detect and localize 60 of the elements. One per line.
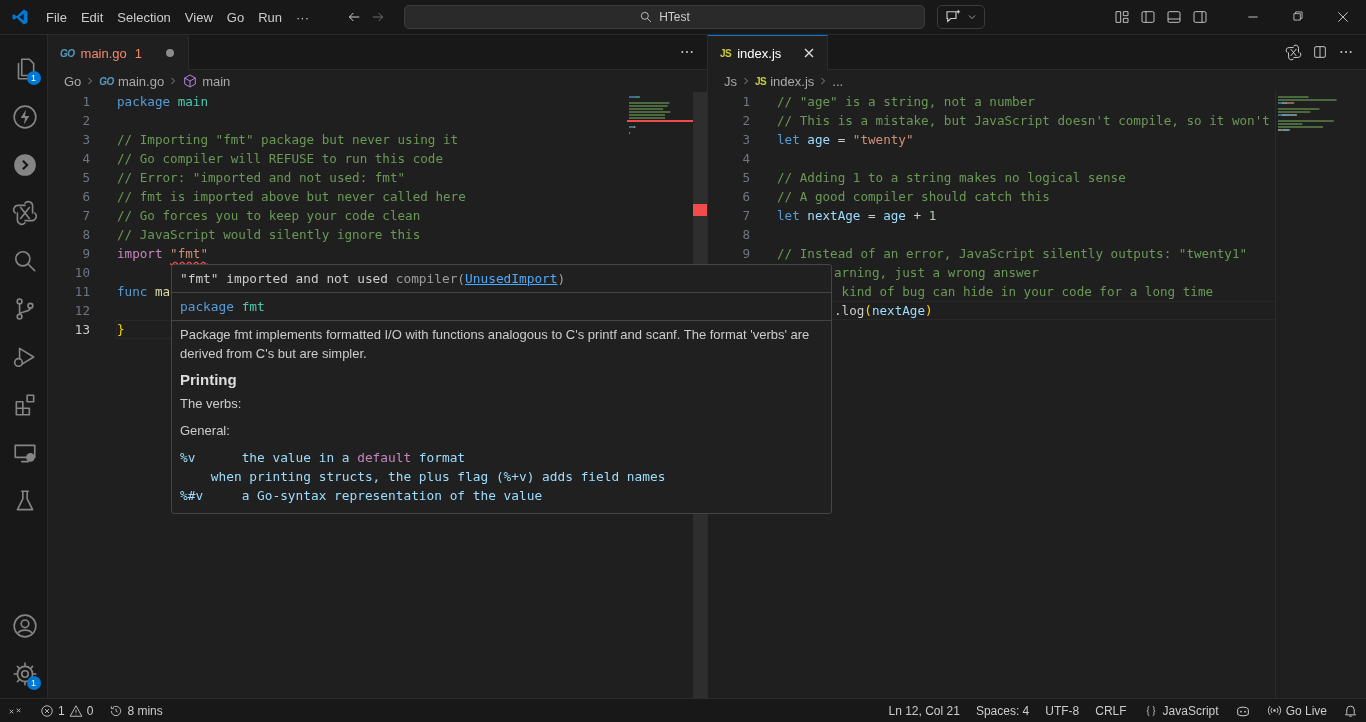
code-line: // Go compiler will REFUSE to run this code <box>117 151 444 166</box>
code-line: // Error: "imported and not used: fmt" <box>117 170 406 185</box>
code-line: package main <box>117 94 208 109</box>
code-line: // Importing "fmt" package but never using it <box>117 132 459 147</box>
code-signature: package fmt <box>180 298 266 316</box>
line-number: 11 <box>73 284 91 299</box>
line-number: 10 <box>73 265 91 280</box>
code-line: kind of bug can hide in your code for a long time <box>840 284 1214 299</box>
code-line: // JavaScript would silently ignore this <box>117 227 421 242</box>
file-name: main.go <box>80 45 127 61</box>
code-line: // This is a mistake, but JavaScript doesn't compile, so it won't <box>777 113 1270 128</box>
code-line: // "age" is a string, not a number <box>777 94 1035 109</box>
code-line: // Instead of an error, JavaScript silently outputs: "twenty1" <box>777 246 1248 261</box>
code-line: // Adding 1 to a string makes no logical sense <box>777 170 1126 185</box>
code-line: .log(nextAge) <box>834 303 933 318</box>
error-message: "fmt" imported and not used compiler(UnusedImport) <box>180 270 567 288</box>
line-number: 5 <box>741 170 751 185</box>
badge: 1 <box>26 676 41 690</box>
doc-paragraph: The verbs: <box>180 395 243 413</box>
code-line: // Go forces you to keep your code clean <box>117 208 421 223</box>
problem-count: 1 <box>134 45 143 61</box>
line-number: 9 <box>741 246 751 261</box>
file-type-icon: GO <box>60 47 75 59</box>
code-line: arning, just a wrong answer <box>834 265 1039 280</box>
code-line: let nextAge = age + 1 <box>777 208 937 223</box>
code-line: %#v a Go-syntax representation of the value <box>180 487 544 505</box>
line-number: 13 <box>73 322 91 337</box>
file-type-icon: JS <box>720 47 732 59</box>
line-number: 9 <box>81 246 91 261</box>
line-number: 4 <box>741 151 751 166</box>
file-type-icon: JS <box>755 75 767 87</box>
file-type-icon: GO <box>99 75 114 87</box>
line-number: 6 <box>741 189 751 204</box>
doc-paragraph: General: <box>180 422 231 440</box>
code-line: func ma <box>117 284 171 299</box>
file-name: index.js <box>737 45 782 61</box>
line-number: 8 <box>81 227 91 242</box>
doc-paragraph: Package fmt implements formatted I/O with functions analogous to C's printf and scanf. The format 'verbs' are derived from C's but are simpler. <box>180 326 811 363</box>
doc-heading: Printing <box>180 371 238 388</box>
code-line: %v the value in a default format <box>180 449 467 467</box>
line-number: 2 <box>81 113 91 128</box>
line-number: 12 <box>73 303 91 318</box>
line-number: 6 <box>81 189 91 204</box>
code-line: // A good compiler should catch this <box>777 189 1050 204</box>
code-line: let age = "twenty" <box>777 132 914 147</box>
line-number: 5 <box>81 170 91 185</box>
code-line: } <box>117 322 125 337</box>
code-line: when printing structs, the plus flag (%+v) adds field names <box>209 468 667 486</box>
line-number: 4 <box>81 151 91 166</box>
line-number: 2 <box>741 113 751 128</box>
line-number: 1 <box>81 94 91 109</box>
line-number: 1 <box>741 94 751 109</box>
line-number: 7 <box>741 208 751 223</box>
line-number: 7 <box>81 208 91 223</box>
line-number: 3 <box>81 132 91 147</box>
code-line: import "fmt" <box>117 246 208 261</box>
badge: 1 <box>26 71 41 85</box>
code-line: // fmt is imported above but never called here <box>117 189 466 204</box>
line-number: 8 <box>741 227 751 242</box>
line-number: 3 <box>741 132 751 147</box>
